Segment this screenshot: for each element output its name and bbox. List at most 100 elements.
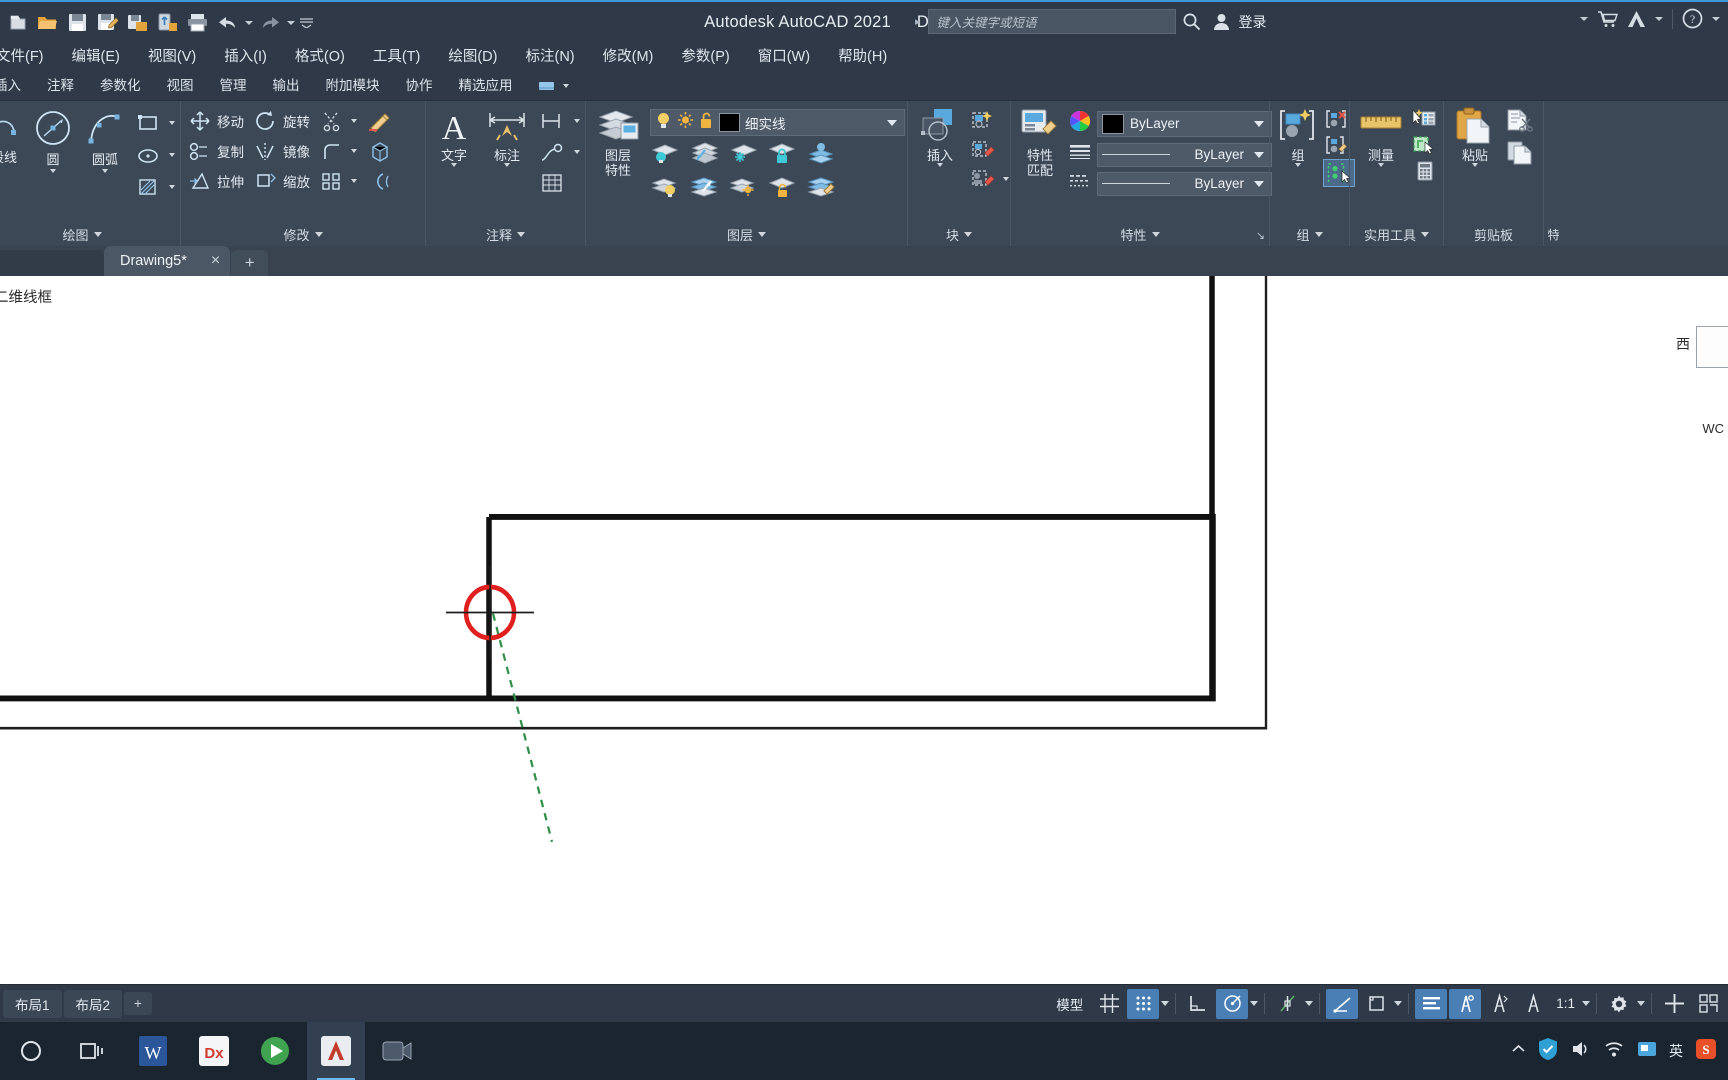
osnap-settings-dropdown-icon[interactable] bbox=[1305, 1001, 1313, 1006]
draw-hatch-button[interactable] bbox=[134, 173, 177, 200]
select-all-button[interactable] bbox=[1409, 133, 1439, 157]
save-as-icon[interactable] bbox=[94, 9, 121, 36]
color-combo[interactable]: ByLayer bbox=[1097, 111, 1272, 137]
new-layout-button[interactable]: + bbox=[124, 992, 152, 1015]
paste-dropdown-icon[interactable] bbox=[1472, 163, 1478, 167]
layer-match-icon[interactable] bbox=[689, 175, 719, 204]
paste-button[interactable]: 粘贴 bbox=[1452, 107, 1498, 163]
network-icon[interactable] bbox=[1603, 1039, 1625, 1064]
layer-thaw-icon[interactable] bbox=[728, 175, 758, 204]
modify-copy-button[interactable]: 复制 bbox=[186, 137, 246, 164]
draw-polyline-button[interactable]: 段线 bbox=[0, 107, 24, 165]
lineweight-combo[interactable]: ByLayer bbox=[1097, 172, 1272, 196]
annotation-scale-change-icon[interactable] bbox=[1483, 989, 1515, 1019]
menu-item-tools[interactable]: 工具(T) bbox=[359, 43, 435, 72]
tab-collaborate[interactable]: 协作 bbox=[393, 72, 446, 100]
measure-dropdown-icon[interactable] bbox=[1378, 163, 1384, 167]
tab-parametric[interactable]: 参数化 bbox=[87, 72, 154, 100]
ribbon-display-options-icon[interactable] bbox=[538, 76, 572, 96]
layer-freeze-ext-icon[interactable] bbox=[728, 141, 758, 170]
quick-select-button[interactable] bbox=[1409, 107, 1439, 131]
draw-arc-dropdown-icon[interactable] bbox=[102, 169, 108, 173]
user-account-icon[interactable] bbox=[1213, 13, 1230, 31]
ime-lang-icon[interactable]: 英 bbox=[1669, 1041, 1683, 1061]
annotation-scale-value[interactable]: 1:1 bbox=[1551, 996, 1580, 1011]
menu-item-modify[interactable]: 修改(M) bbox=[589, 43, 668, 72]
tab-addins[interactable]: 附加模块 bbox=[313, 72, 393, 100]
panel-title-modify[interactable]: 修改 bbox=[181, 222, 425, 246]
block-insert-button[interactable]: 插入 bbox=[916, 107, 964, 163]
block-create-button[interactable] bbox=[968, 107, 1011, 134]
layer-isolate-icon[interactable] bbox=[650, 141, 680, 170]
properties-panel-expand-icon[interactable]: ↘ bbox=[1256, 229, 1265, 242]
modify-stretch-button[interactable]: 拉伸 bbox=[186, 167, 246, 194]
layer-properties-button[interactable]: 图层 特性 bbox=[594, 107, 642, 178]
fullscreen-icon[interactable] bbox=[1658, 989, 1690, 1019]
ucs-settings-dropdown-icon[interactable] bbox=[1394, 1001, 1402, 1006]
workspace-switch-icon[interactable] bbox=[1603, 989, 1635, 1019]
modify-trim-dropdown-icon[interactable] bbox=[351, 119, 357, 123]
group-dropdown-icon[interactable] bbox=[1295, 163, 1301, 167]
tab-featured[interactable]: 精选应用 bbox=[446, 72, 526, 100]
signin-label[interactable]: 登录 bbox=[1239, 12, 1267, 32]
search-icon[interactable] bbox=[1182, 12, 1201, 31]
modify-fillet-button[interactable] bbox=[318, 137, 359, 164]
draw-rectangle-dropdown-icon[interactable] bbox=[169, 121, 175, 125]
menu-item-insert[interactable]: 插入(I) bbox=[210, 43, 281, 72]
modify-array-button[interactable] bbox=[318, 167, 359, 194]
tab-output[interactable]: 输出 bbox=[260, 72, 313, 100]
layout-tab-2[interactable]: 布局2 bbox=[64, 990, 123, 1018]
word-app-icon[interactable]: W bbox=[124, 1022, 182, 1080]
group-button[interactable]: 组 bbox=[1276, 107, 1320, 163]
undo-dropdown-icon[interactable] bbox=[244, 9, 253, 36]
cart-icon[interactable] bbox=[1597, 10, 1618, 28]
draw-circle-dropdown-icon[interactable] bbox=[50, 169, 56, 173]
panel-title-overflow[interactable]: 特 bbox=[1544, 222, 1563, 246]
annotation-dimension-button[interactable]: 标注 bbox=[484, 107, 530, 163]
copy-clip-button[interactable] bbox=[1503, 139, 1535, 167]
polar-tracking-icon[interactable] bbox=[1216, 989, 1248, 1019]
help-dropdown-icon[interactable] bbox=[1712, 17, 1720, 21]
menu-item-view[interactable]: 视图(V) bbox=[134, 43, 210, 72]
layer-previous-icon[interactable] bbox=[806, 175, 836, 204]
new-file-tab-button[interactable]: + bbox=[231, 250, 268, 276]
panel-title-annotation[interactable]: 注释 bbox=[426, 222, 585, 246]
snap-mode-icon[interactable] bbox=[1127, 989, 1159, 1019]
ortho-mode-icon[interactable] bbox=[1182, 989, 1214, 1019]
layer-freeze-icon[interactable] bbox=[677, 111, 694, 134]
color-wheel-icon[interactable] bbox=[1068, 109, 1092, 138]
lineweight-combo-dropdown-icon[interactable] bbox=[1254, 181, 1264, 187]
menu-item-dimension[interactable]: 标注(N) bbox=[511, 43, 588, 72]
panel-title-draw[interactable]: 绘图 bbox=[0, 222, 180, 246]
layer-on-icon[interactable] bbox=[655, 111, 672, 135]
layer-combo[interactable]: 细实线 bbox=[650, 109, 905, 136]
screenshot-icon[interactable] bbox=[1636, 1039, 1658, 1064]
layout-tab-1[interactable]: 布局1 bbox=[3, 990, 62, 1018]
color-combo-dropdown-icon[interactable] bbox=[1254, 121, 1264, 127]
annotation-leader-button[interactable] bbox=[537, 138, 582, 165]
customize-qat-icon[interactable] bbox=[298, 9, 314, 36]
layer-off-icon[interactable] bbox=[650, 175, 680, 204]
menu-item-draw[interactable]: 绘图(D) bbox=[434, 43, 511, 72]
polar-settings-dropdown-icon[interactable] bbox=[1250, 1001, 1258, 1006]
close-icon[interactable]: × bbox=[211, 252, 220, 270]
save-cloud-icon[interactable] bbox=[124, 9, 151, 36]
block-attribute-button[interactable] bbox=[968, 165, 1011, 192]
block-edit-button[interactable] bbox=[968, 136, 1011, 163]
help-icon[interactable]: ? bbox=[1682, 8, 1703, 29]
autodesk-dropdown-icon[interactable] bbox=[1655, 17, 1663, 21]
linetype-combo-dropdown-icon[interactable] bbox=[1254, 152, 1264, 158]
modify-erase-button[interactable] bbox=[365, 107, 395, 134]
save-icon[interactable] bbox=[64, 9, 91, 36]
draw-circle-button[interactable]: 圆 bbox=[30, 107, 76, 167]
search-input[interactable]: 键入关键字或短语 bbox=[928, 9, 1176, 34]
measure-button[interactable]: 测量 bbox=[1357, 107, 1405, 163]
sogou-tray-icon[interactable]: S bbox=[1694, 1037, 1718, 1066]
layer-combo-dropdown-icon[interactable] bbox=[887, 120, 897, 126]
panel-title-utilities[interactable]: 实用工具 bbox=[1350, 222, 1443, 246]
grid-display-icon[interactable] bbox=[1093, 989, 1125, 1019]
task-view-icon[interactable] bbox=[63, 1022, 121, 1080]
block-insert-dropdown-icon[interactable] bbox=[937, 163, 943, 167]
modify-3d-solid-button[interactable] bbox=[365, 137, 395, 164]
menu-item-file[interactable]: 文件(F) bbox=[0, 43, 58, 72]
